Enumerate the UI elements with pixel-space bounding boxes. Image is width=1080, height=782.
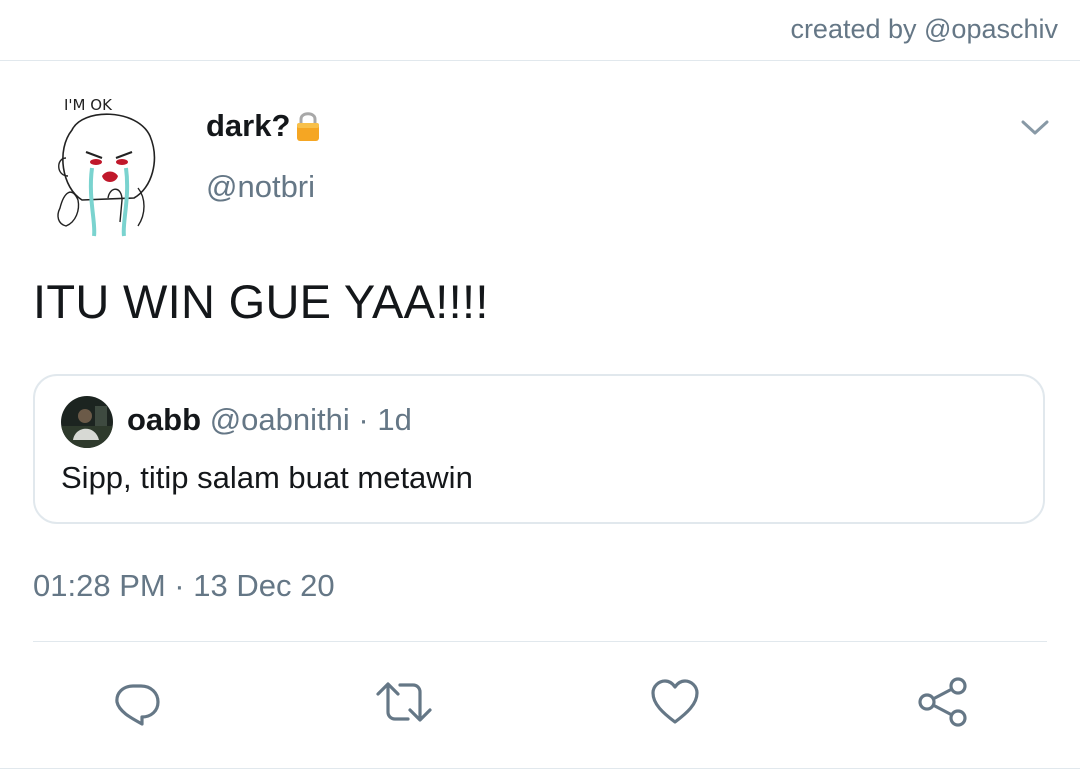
retweet-icon <box>376 682 432 722</box>
credit-text: created by @opaschiv <box>790 14 1058 44</box>
user-handle[interactable]: @notbri <box>206 169 315 205</box>
heart-icon <box>651 679 699 724</box>
quote-avatar[interactable] <box>61 396 113 448</box>
avatar[interactable]: I'M OK <box>42 88 168 238</box>
share-icon <box>918 677 967 727</box>
quote-name[interactable]: oabb <box>127 402 201 437</box>
lock-icon <box>297 112 320 141</box>
reply-button[interactable] <box>107 672 167 732</box>
divider <box>33 641 1047 642</box>
quote-text: Sipp, titip salam buat metawin <box>61 460 473 495</box>
quote-handle[interactable]: @oabnithi <box>210 402 350 437</box>
chevron-down-icon[interactable] <box>1018 114 1052 140</box>
quote-time: 1d <box>377 402 412 437</box>
credit-bar: created by @opaschiv <box>0 0 1080 61</box>
action-bar <box>0 672 1080 736</box>
tweet-timestamp: 01:28 PM · 13 Dec 20 <box>33 568 335 603</box>
quote-header: oabb @oabnithi · 1d <box>127 402 412 438</box>
tweet-text: ITU WIN GUE YAA!!!! <box>33 275 489 328</box>
tweet-detail-page: created by @opaschiv I'M OK dark? @notbr… <box>0 0 1080 782</box>
bottom-divider <box>0 768 1080 769</box>
quoted-tweet-card[interactable]: oabb @oabnithi · 1d Sipp, titip salam bu… <box>33 374 1045 524</box>
retweet-button[interactable] <box>374 672 434 732</box>
share-button[interactable] <box>913 672 973 732</box>
avatar-caption: I'M OK <box>64 96 113 114</box>
display-name[interactable]: dark? <box>206 108 320 144</box>
reply-icon <box>115 684 160 726</box>
quote-separator: · <box>358 402 369 437</box>
display-name-text: dark? <box>206 108 291 143</box>
like-button[interactable] <box>645 672 705 732</box>
